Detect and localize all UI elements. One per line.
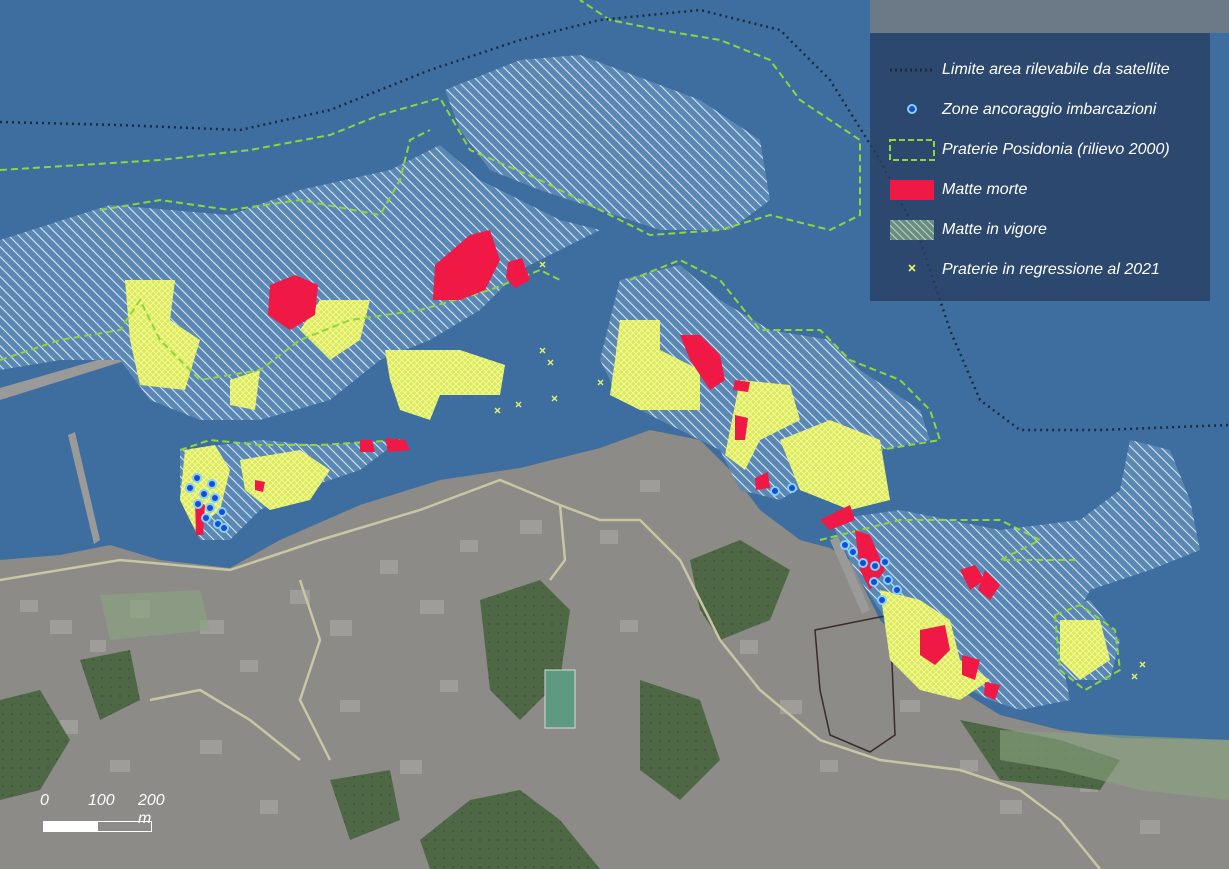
legend-row: Zone ancoraggio imbarcazioni [870, 97, 1210, 127]
legend-label-matte-vigore: Matte in vigore [942, 221, 1047, 238]
legend-row: Matte in vigore [870, 217, 1210, 247]
scale-label-100: 100 [88, 792, 115, 809]
legend-row: Praterie in regressione al 2021 [870, 257, 1210, 287]
yellow-cross-icon [908, 264, 916, 272]
legend-label-posidonia: Praterie Posidonia (rilievo 2000) [942, 141, 1170, 158]
map-legend: Limite area rilevabile da satellite Zone… [870, 33, 1210, 301]
legend-label-regressione: Praterie in regressione al 2021 [942, 261, 1160, 278]
scale-segment-empty [97, 821, 152, 832]
dashed-box-icon [889, 139, 935, 161]
sports-field [544, 669, 576, 729]
legend-row: Limite area rilevabile da satellite [870, 57, 1210, 87]
legend-row: Matte morte [870, 177, 1210, 207]
red-fill-icon [890, 180, 934, 200]
hatch-fill-icon [890, 220, 934, 240]
legend-label-anchoring: Zone ancoraggio imbarcazioni [942, 101, 1157, 118]
dotted-line-icon [890, 68, 934, 72]
legend-row: Praterie Posidonia (rilievo 2000) [870, 137, 1210, 167]
scale-label-0: 0 [40, 792, 49, 809]
legend-top-band [870, 0, 1229, 33]
legend-label-matte-morte: Matte morte [942, 181, 1028, 198]
anchor-point-icon [907, 104, 917, 114]
scale-segment-filled [43, 821, 97, 832]
scale-bar: 0 100 200 m [38, 792, 168, 837]
legend-label-satellite-limit: Limite area rilevabile da satellite [942, 61, 1170, 78]
